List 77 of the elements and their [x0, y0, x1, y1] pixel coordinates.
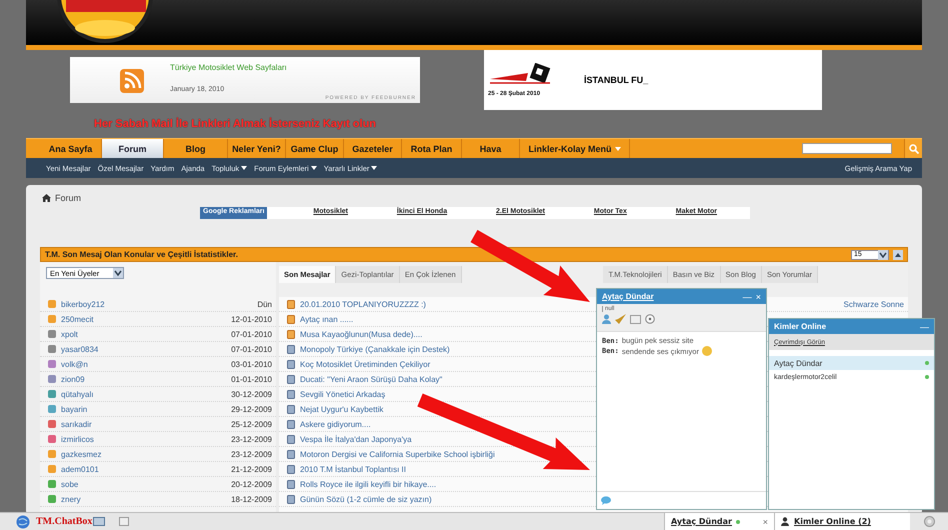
member-name[interactable]: bayarin [61, 404, 226, 414]
speech-bubble-icon [601, 496, 611, 505]
search-field[interactable] [802, 143, 892, 154]
online-title: Kimler Online [774, 322, 826, 331]
topic-link[interactable]: Nejat Uygur'u Kaybettik [300, 404, 384, 414]
rss-icon [120, 69, 144, 93]
join-date: 07-01-2010 [231, 330, 272, 338]
join-date: 20-12-2009 [231, 480, 272, 488]
member-name[interactable]: znery [61, 494, 226, 504]
member-name[interactable]: sarıkadir [61, 420, 226, 428]
member-name[interactable]: adem0101 [61, 464, 226, 474]
globe-icon[interactable] [16, 514, 30, 528]
feed-title[interactable]: Türkiye Motosiklet Web Sayfaları [170, 63, 420, 72]
nav-tab[interactable]: Forum [102, 139, 164, 158]
topic-link[interactable]: Monopoly Türkiye (Çanakkale için Destek) [300, 344, 450, 354]
join-date: 23-12-2009 [231, 450, 272, 458]
chat-title[interactable]: Aytaç Dündar [602, 292, 654, 301]
join-date: 01-01-2010 [231, 374, 272, 384]
topic-link[interactable]: 20.01.2010 TOPLANIYORUZZZZ :) [300, 300, 426, 308]
collapse-icon [895, 252, 901, 256]
join-date: 03-01-2010 [231, 360, 272, 368]
topic-link[interactable]: Sevgili Yönetici Arkadaş [300, 390, 386, 398]
dropdown-arrow-icon [113, 268, 123, 278]
member-name[interactable]: yasar0834 [61, 344, 226, 354]
join-date: 23-12-2009 [231, 434, 272, 444]
topic-link[interactable]: Ducati: "Yeni Araon Sürüşü Daha Kolay" [300, 374, 442, 384]
topic-link[interactable]: Koç Motosiklet Üretiminden Çekiliyor [300, 360, 430, 368]
topic-link[interactable]: Aytaç ınan ...... [300, 314, 354, 324]
window-icon[interactable] [119, 517, 130, 526]
member-name[interactable]: bikerboy212 [61, 300, 252, 308]
member-name[interactable]: xpolt [61, 330, 226, 338]
user-icon [781, 517, 790, 526]
join-date: 25-12-2009 [231, 420, 272, 428]
event-title: İSTANBUL FU_ [584, 75, 650, 85]
join-date: 07-01-2010 [231, 344, 272, 354]
join-date: Dün [257, 300, 272, 308]
window-icon[interactable] [93, 517, 106, 526]
join-date: 29-12-2009 [231, 404, 272, 414]
topic-link[interactable]: Vespa İle İtalya'dan Japonya'ya [300, 434, 412, 444]
online-users-tab[interactable]: Kimler Online (2) [774, 513, 910, 530]
join-date: 18-12-2009 [231, 494, 272, 504]
member-name[interactable]: 250mecit [61, 314, 226, 324]
topic-link[interactable]: 2010 T.M İstanbul Toplantısı II [300, 464, 406, 474]
join-date: 21-12-2009 [231, 464, 272, 474]
topic-link[interactable]: Musa Kayaoğlunun(Musa dede).... [300, 330, 422, 338]
join-date: 30-12-2009 [231, 390, 272, 398]
clock-icon[interactable] [645, 314, 655, 324]
window-control[interactable]: — [742, 292, 752, 302]
topic-link[interactable]: Askere gidiyorum.... [300, 420, 371, 428]
chat-tab[interactable]: Aytaç Dündar × [664, 513, 774, 530]
window-icon[interactable] [630, 314, 641, 324]
smiley-icon [702, 346, 712, 356]
member-name[interactable]: volk@n [61, 360, 226, 368]
search-button[interactable] [904, 139, 922, 158]
join-date: 12-01-2010 [231, 314, 272, 324]
close-button[interactable]: × [762, 516, 768, 526]
window-control[interactable]: × [756, 292, 761, 302]
home-icon [42, 194, 51, 202]
collapse-button[interactable] [893, 250, 903, 260]
member-name[interactable]: izmirlicos [61, 434, 226, 444]
topic-link[interactable]: Motoron Dergisi ve California Superbike School işbirliği [300, 450, 495, 458]
search-icon [908, 144, 918, 154]
topic-link[interactable]: Rolls Royce ile ilgili keyifli bir hikaye.... [300, 480, 436, 488]
settings-icon [924, 516, 934, 527]
user-icon[interactable] [602, 314, 611, 324]
dropdown-arrow-icon [878, 250, 888, 260]
stats-title: T.M. Son Mesaj Olan Konular ve Çeşitli İstatistikler. [45, 250, 239, 259]
breadcrumb-link[interactable]: Forum [55, 193, 82, 203]
topic-link[interactable]: Günün Sözü (1-2 cümle de siz yazın) [300, 494, 432, 504]
member-name[interactable]: gazkesmez [61, 450, 226, 458]
minimize-button[interactable]: — [920, 322, 929, 332]
member-name[interactable]: sobe [61, 480, 226, 488]
member-name[interactable]: qütahyalı [61, 390, 226, 398]
online-user[interactable]: Aytaç Dündar [769, 356, 934, 370]
poster-name[interactable]: Schwarze Sonne [844, 300, 904, 308]
chatbox-brand: TM.ChatBox [36, 516, 92, 527]
member-name[interactable]: zion09 [61, 374, 226, 384]
